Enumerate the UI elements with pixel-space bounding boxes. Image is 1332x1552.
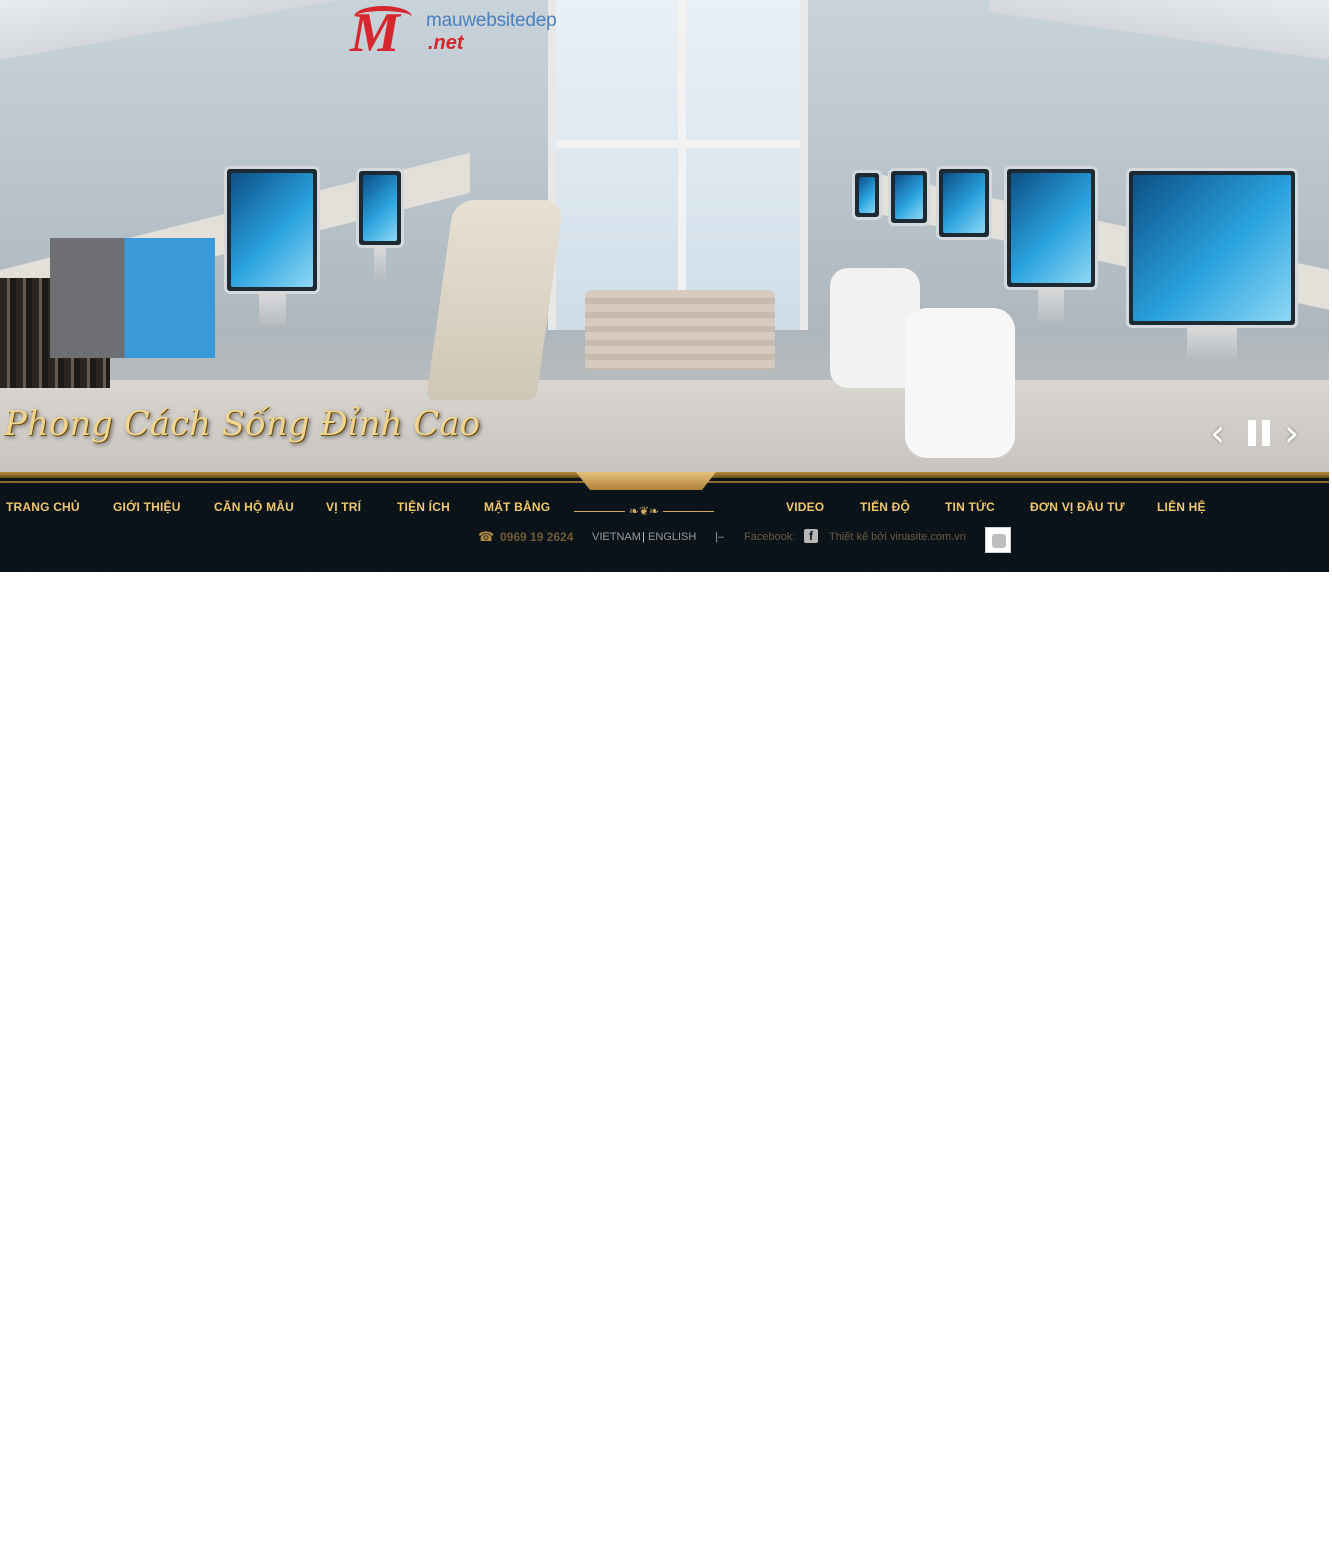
pause-icon[interactable] [1248,420,1272,446]
chair [905,308,1015,458]
nav-tien-do[interactable]: TIẾN ĐỘ [860,500,910,514]
monitor [852,170,882,220]
plugin-icon[interactable] [985,527,1011,553]
monitor [224,166,320,325]
nav-mat-bang[interactable]: MẶT BẰNG [484,500,550,514]
designer-credit-link[interactable]: Thiết kế bởi vinasite.com.vn [829,530,966,544]
shelf-right [989,0,1329,60]
phone-number[interactable]: 0969 19 2624 [500,530,573,544]
ornament-divider: ❧❦❧ [574,504,714,518]
nav-center-tab [576,472,716,490]
window [548,0,808,330]
next-arrow-icon[interactable]: › [1284,414,1299,452]
facebook-label: Facebook: [744,531,796,543]
office-chair [425,200,565,400]
lang-english-link[interactable]: ENGLISH [648,530,696,544]
logo-tld: .net [428,32,464,54]
logo-mark: M [350,5,414,61]
nav-tien-ich[interactable]: TIỆN ÍCH [397,500,450,514]
binders [50,238,215,358]
site-logo[interactable]: M mauwebsitedep .net [350,2,560,62]
hero-slogan: Phong Cách Sống Đỉnh Cao [4,404,480,444]
nav-trang-chu[interactable]: TRANG CHỦ [6,500,80,514]
monitor [936,166,992,240]
shelf-left [0,0,340,60]
nav-video[interactable]: VIDEO [786,500,824,514]
monitor [888,168,930,226]
lang-vietnam-link[interactable]: VIETNAM [592,530,641,544]
nav-vi-tri[interactable]: VỊ TRÍ [326,500,361,514]
phone-icon: ☎ [478,529,495,544]
main-navbar [0,472,1329,572]
monitor [356,168,404,279]
prev-arrow-icon[interactable]: ‹ [1210,414,1225,452]
nav-gioi-thieu[interactable]: GIỚI THIỆU [113,500,181,514]
nav-don-vi-dau-tu[interactable]: ĐƠN VỊ ĐẦU TƯ [1030,500,1125,514]
nav-tin-tuc[interactable]: TIN TỨC [945,500,995,514]
facebook-icon[interactable]: f [804,529,818,543]
logo-name: mauwebsitedep [426,10,557,31]
bed [585,290,775,370]
hero-slider: Phong Cách Sống Đỉnh Cao ‹ › [0,0,1329,472]
nav-lien-he[interactable]: LIÊN HỆ [1157,500,1206,514]
divider: |– [715,531,724,543]
monitor [1126,168,1298,359]
nav-can-ho-mau[interactable]: CĂN HỘ MẪU [214,500,294,514]
monitor [1004,166,1098,321]
lang-separator: | [642,531,645,543]
